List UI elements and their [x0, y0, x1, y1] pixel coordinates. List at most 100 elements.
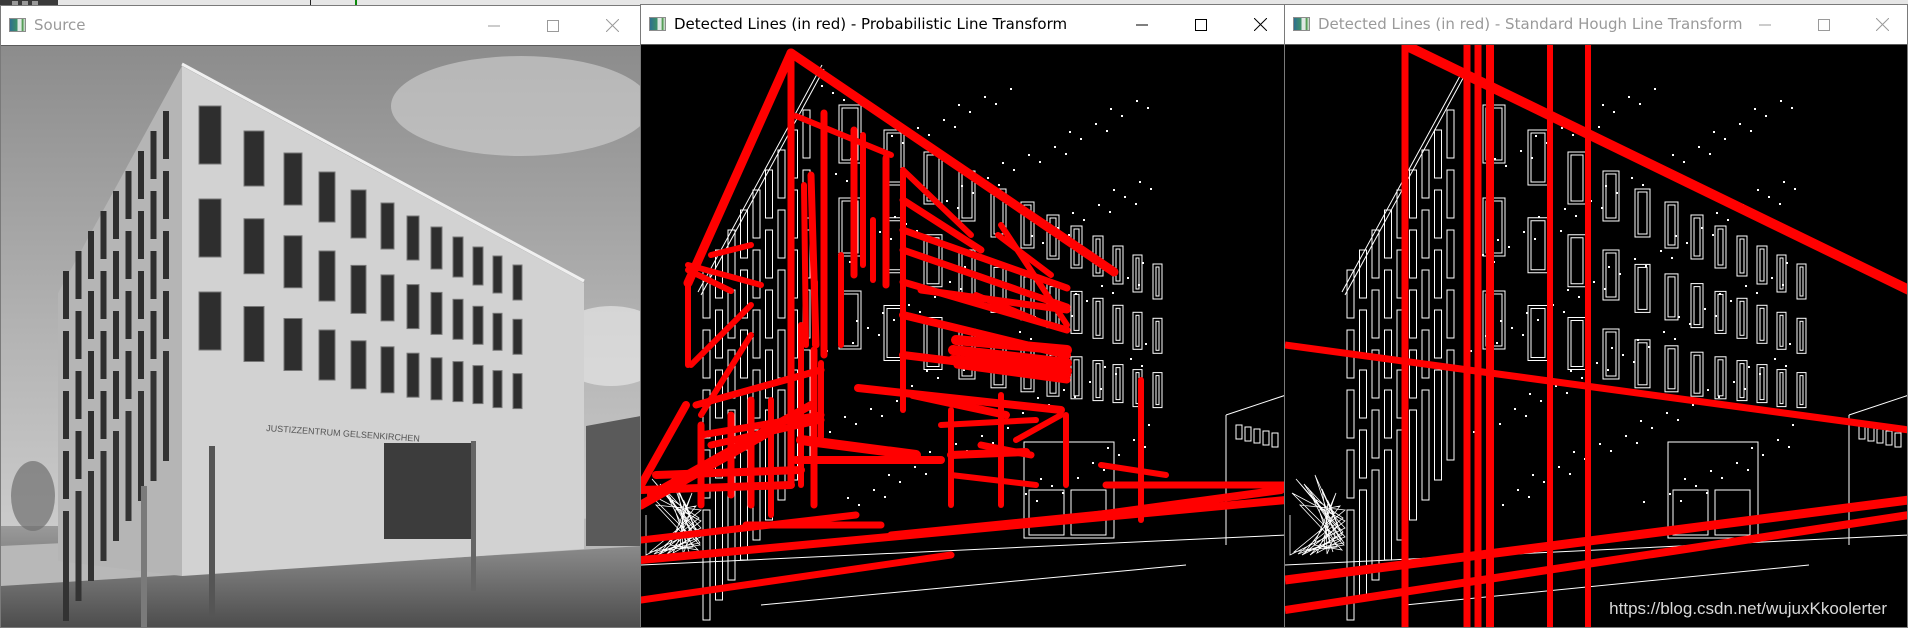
- window-edge: [1132, 311, 1143, 350]
- window-title: Detected Lines (in red) - Probabilistic …: [674, 15, 1068, 33]
- window-pane: [243, 218, 265, 275]
- edge-speck: [1563, 311, 1565, 313]
- window-edge: [1664, 273, 1679, 321]
- window-edge: [1714, 225, 1727, 269]
- window-edge: [1112, 245, 1124, 285]
- probabilistic-hough-window[interactable]: Detected Lines (in red) - Probabilistic …: [640, 4, 1285, 628]
- minimize-icon: [1136, 24, 1148, 25]
- edge-speck: [1083, 219, 1085, 221]
- window-edge: [1799, 375, 1804, 406]
- edge-speck: [1074, 396, 1076, 398]
- entrance-edge: [1028, 489, 1065, 536]
- edge-speck: [1602, 104, 1604, 106]
- edge-speck: [1572, 134, 1574, 136]
- window-edge: [1434, 369, 1442, 481]
- edge-speck: [1130, 358, 1132, 360]
- detected-line-segment: [948, 472, 1039, 488]
- maximize-button[interactable]: [1178, 5, 1224, 44]
- edge-speck: [1121, 115, 1123, 117]
- window-edge: [1384, 209, 1392, 259]
- window-pane: [430, 226, 443, 270]
- minimize-button[interactable]: [1119, 5, 1165, 44]
- edge-speck: [1704, 308, 1706, 310]
- edge-speck: [1613, 111, 1615, 113]
- title-bar[interactable]: Detected Lines (in red) - Probabilistic …: [641, 5, 1284, 45]
- window-edge: [1736, 235, 1748, 277]
- edge-speck: [1069, 131, 1071, 133]
- edge-speck: [1607, 369, 1609, 371]
- edge-speck: [1520, 150, 1522, 152]
- edge-speck: [1042, 242, 1044, 244]
- edge-speck: [896, 400, 898, 402]
- edge-speck: [1745, 285, 1747, 287]
- edge-speck: [858, 504, 860, 506]
- window-edge: [1135, 314, 1140, 347]
- window-edge: [1371, 229, 1380, 279]
- maximize-button[interactable]: [530, 6, 576, 45]
- edge-speck: [882, 312, 884, 314]
- close-button[interactable]: [589, 6, 635, 45]
- title-bar[interactable]: Detected Lines (in red) - Standard Hough…: [1285, 5, 1907, 45]
- window-edge: [1421, 149, 1430, 199]
- title-bar[interactable]: Source: [1, 6, 640, 46]
- edge-speck: [1564, 208, 1566, 210]
- edge-speck: [1560, 230, 1562, 232]
- window-edge: [765, 169, 773, 219]
- edge-speck: [1514, 408, 1516, 410]
- edge-speck: [1757, 189, 1759, 191]
- minimize-button[interactable]: [471, 6, 517, 45]
- window-pane: [472, 246, 484, 286]
- edge-speck: [1678, 316, 1680, 318]
- edge-speck: [1573, 451, 1575, 453]
- window-pane: [63, 391, 69, 439]
- edge-speck: [1505, 165, 1507, 167]
- window-edge: [1602, 249, 1620, 301]
- window-title: Detected Lines (in red) - Standard Hough…: [1318, 15, 1743, 33]
- window-edge: [1409, 409, 1417, 521]
- edge-speck: [1526, 312, 1528, 314]
- edge-speck: [1523, 231, 1525, 233]
- standard-hough-window[interactable]: Detected Lines (in red) - Standard Hough…: [1284, 4, 1908, 628]
- edge-speck: [1605, 185, 1607, 187]
- edge-speck: [855, 423, 857, 425]
- edge-speck: [1674, 338, 1676, 340]
- edge-speck: [873, 489, 875, 491]
- maximize-button[interactable]: [1801, 5, 1847, 44]
- edge-speck: [987, 177, 989, 179]
- window-edge: [1421, 269, 1430, 319]
- window-edge: [1605, 252, 1617, 298]
- window-edge: [715, 489, 723, 601]
- edge-speck: [1672, 154, 1674, 156]
- edge-speck: [1637, 339, 1639, 341]
- window-pane: [150, 191, 157, 239]
- close-button[interactable]: [1859, 5, 1905, 44]
- neighbor-window-edge: [1271, 432, 1279, 448]
- edge-speck: [899, 481, 901, 483]
- edge-speck: [1028, 154, 1030, 156]
- source-window[interactable]: Source JUSTIZZENTRUM GELSENKIRCHEN: [0, 5, 641, 628]
- minimize-button[interactable]: [1742, 5, 1788, 44]
- edge-speck: [1774, 358, 1776, 360]
- edge-speck: [1039, 161, 1041, 163]
- edge-speck: [884, 496, 886, 498]
- close-button[interactable]: [1237, 5, 1283, 44]
- window-edge: [1152, 372, 1163, 409]
- window-edge: [1739, 363, 1745, 399]
- edge-speck: [1715, 315, 1717, 317]
- edge-speck: [1558, 466, 1560, 468]
- edge-speck: [1025, 493, 1027, 495]
- probabilistic-result-image: [641, 45, 1284, 627]
- edge-speck: [954, 126, 956, 128]
- window-pane: [138, 211, 144, 259]
- edge-speck: [1522, 334, 1524, 336]
- window-edge: [1634, 339, 1651, 389]
- edge-speck: [1640, 420, 1642, 422]
- window-pane: [198, 198, 222, 258]
- maximize-icon: [547, 19, 559, 32]
- edge-speck: [984, 96, 986, 98]
- maximize-icon: [1195, 18, 1207, 31]
- edge-speck: [1110, 108, 1112, 110]
- edge-speck: [1037, 397, 1039, 399]
- window-pane: [492, 370, 503, 409]
- edge-speck: [890, 238, 892, 240]
